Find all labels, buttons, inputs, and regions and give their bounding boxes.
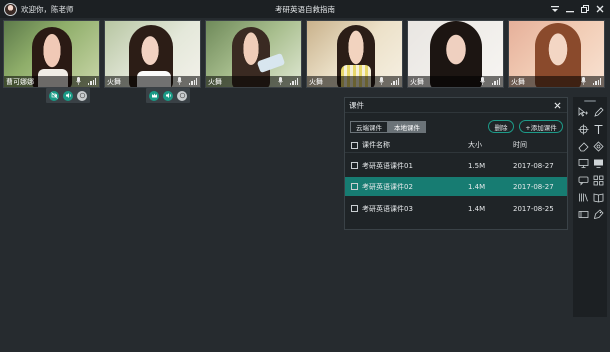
video-tile[interactable]: 曹可娜娜 [3,20,100,88]
video-strip: 曹可娜娜 火舞 火舞 火舞 火舞 火舞 [3,20,607,88]
courseware-tabs: 云端课件 本地课件 [350,121,426,133]
video-name-bar: 火舞 [206,76,301,87]
video-name-bar: 火舞 [509,76,604,87]
participant-name: 火舞 [511,77,525,86]
tab-local-courseware[interactable]: 本地课件 [388,121,426,133]
table-row[interactable]: 考研英语课件03 1.4M 2017-08-25 [345,199,567,218]
courseware-icon[interactable] [592,191,604,203]
shape-icon[interactable] [592,140,604,152]
video-tile[interactable]: 火舞 [205,20,302,88]
crosshair-icon[interactable] [577,123,589,135]
video-tile[interactable]: 火舞 [104,20,201,88]
file-name: 考研英语课件03 [362,204,413,213]
participant-name: 火舞 [208,77,222,86]
speaker-icon[interactable] [163,90,173,101]
file-time: 2017-08-27 [513,161,554,170]
camera-off-icon[interactable] [49,90,59,101]
panel-header: 课件 [345,98,567,113]
file-size: 1.5M [468,161,486,170]
microphone-icon [76,77,81,85]
close-icon[interactable] [552,100,562,110]
participant-name: 曹可娜娜 [6,77,34,86]
video-controls-popover [146,88,190,103]
column-size: 大小 [468,141,482,149]
column-name: 课件名称 [362,141,390,149]
participant-name: 火舞 [107,77,121,86]
window-controls [549,3,606,15]
restore-icon[interactable] [579,3,591,15]
microphone-icon [379,77,384,85]
delete-button[interactable]: 删除 [488,120,514,133]
screen-share-icon[interactable] [592,157,604,169]
file-name: 考研英语课件01 [362,161,413,170]
row-checkbox[interactable] [351,183,358,190]
video-name-bar: 火舞 [408,76,503,87]
chat-icon[interactable] [577,174,589,186]
panel-title: 课件 [349,100,364,110]
microphone-icon [480,77,485,85]
column-time: 时间 [513,141,527,149]
video-tile[interactable]: 火舞 [407,20,504,88]
crown-icon[interactable] [149,90,159,101]
monitor-icon[interactable] [577,157,589,169]
whiteboard-toolbar [573,97,607,317]
eraser-icon[interactable] [577,140,589,152]
library-icon[interactable] [577,191,589,203]
file-time: 2017-08-27 [513,182,554,191]
signal-icon [492,78,500,85]
tab-cloud-courseware[interactable]: 云端课件 [350,121,388,133]
signal-icon [88,78,96,85]
apps-icon[interactable] [592,174,604,186]
avatar[interactable] [4,2,17,16]
stop-icon[interactable] [77,90,87,101]
select-all-checkbox[interactable] [351,141,358,149]
microphone-icon [278,77,283,85]
signal-icon [189,78,197,85]
video-tile[interactable]: 火舞 [508,20,605,88]
row-checkbox[interactable] [351,162,358,169]
video-name-bar: 火舞 [307,76,402,87]
speaker-icon[interactable] [63,90,73,101]
toolbar-drag-handle[interactable] [584,100,596,102]
file-time: 2017-08-25 [513,204,554,213]
participant-name: 火舞 [309,77,323,86]
file-size: 1.4M [468,182,486,191]
signal-icon [290,78,298,85]
add-courseware-button[interactable]: +添加课件 [519,120,563,133]
row-checkbox[interactable] [351,205,358,212]
tag-icon[interactable] [592,208,604,220]
microphone-icon [581,77,586,85]
text-icon[interactable] [592,123,604,135]
signal-icon [593,78,601,85]
video-controls-popover [46,88,90,103]
table-row[interactable]: 考研英语课件02 1.4M 2017-08-27 [345,177,567,196]
file-name: 考研英语课件02 [362,182,413,191]
video-name-bar: 曹可娜娜 [4,76,99,87]
video-name-bar: 火舞 [105,76,200,87]
pen-icon[interactable] [592,106,604,118]
file-size: 1.4M [468,204,486,213]
table-header: 课件名称 大小 时间 [345,138,567,153]
title-bar: 欢迎你，陈老师 考研英语自救指南 [0,0,610,18]
card-icon[interactable] [577,208,589,220]
minimize-icon[interactable] [564,3,576,15]
close-icon[interactable] [594,3,606,15]
signal-icon [391,78,399,85]
participant-name: 火舞 [410,77,424,86]
app-title: 考研英语自救指南 [275,4,335,14]
welcome-text: 欢迎你，陈老师 [21,4,74,14]
courseware-panel: 课件 云端课件 本地课件 删除 +添加课件 课件名称 大小 时间 考研英语课件0… [344,97,568,230]
table-row[interactable]: 考研英语课件01 1.5M 2017-08-27 [345,156,567,175]
select-cursor-icon[interactable] [577,106,589,118]
video-tile[interactable]: 火舞 [306,20,403,88]
microphone-icon [177,77,182,85]
menu-dropdown-icon[interactable] [549,3,561,15]
stop-icon[interactable] [177,90,187,101]
